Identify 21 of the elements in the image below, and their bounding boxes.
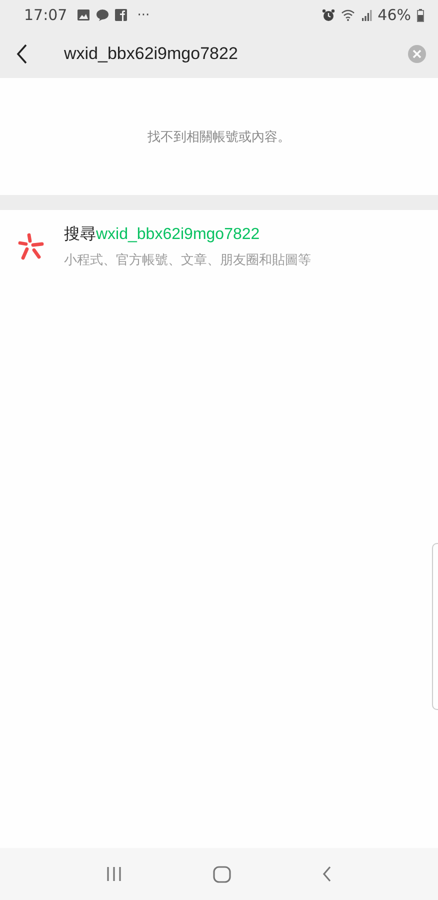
wifi-icon — [340, 9, 356, 21]
back-icon[interactable] — [16, 44, 28, 64]
search-suggestion-title: 搜尋wxid_bbx62i9mgo7822 — [64, 224, 261, 245]
status-time: 17:07 — [24, 6, 68, 24]
social-app-icon — [115, 9, 128, 21]
search-suggestion-item[interactable]: 搜尋wxid_bbx62i9mgo7822 小程式、官方帳號、文章、朋友圈和貼圖等 — [0, 210, 438, 279]
search-bar[interactable]: wxid_bbx62i9mgo7822 — [0, 30, 438, 78]
more-notifications-text: ··· — [137, 8, 150, 22]
recent-apps-icon[interactable] — [106, 867, 122, 881]
battery-icon — [417, 8, 424, 22]
back-nav-icon[interactable] — [322, 866, 332, 882]
alarm-icon — [322, 8, 335, 22]
search-spark-icon — [18, 232, 44, 260]
battery-percent: 46% — [378, 6, 411, 24]
home-icon[interactable] — [212, 866, 231, 882]
signal-icon — [362, 10, 372, 20]
search-suggestion-subtitle: 小程式、官方帳號、文章、朋友圈和貼圖等 — [64, 252, 311, 269]
chat-bubble-icon — [96, 9, 110, 21]
image-icon — [77, 9, 90, 21]
no-results-message: 找不到相關帳號或內容。 — [148, 128, 290, 146]
search-field[interactable]: wxid_bbx62i9mgo7822 — [64, 44, 408, 64]
